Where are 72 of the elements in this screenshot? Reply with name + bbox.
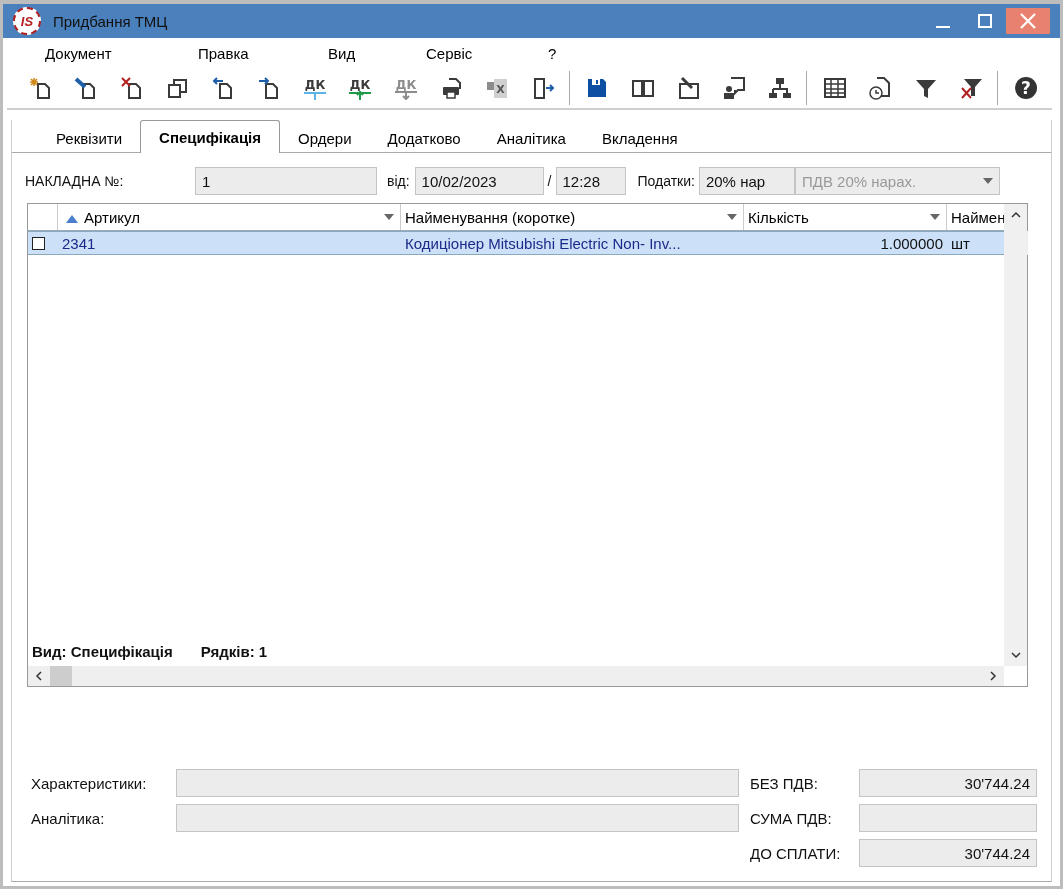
tax-code-field[interactable]: 20% нар bbox=[698, 167, 795, 195]
total-label: ДО СПЛАТИ: bbox=[749, 844, 842, 862]
column-header[interactable]: Найменування (коротке) bbox=[405, 208, 743, 226]
table-summary: Рядків: 1 bbox=[200, 643, 268, 660]
column-header[interactable]: Кількість bbox=[748, 208, 946, 226]
time-separator: / bbox=[547, 173, 552, 189]
table-summary: Вид: Специфікація bbox=[32, 643, 173, 660]
horizontal-scrollbar[interactable] bbox=[28, 666, 1004, 686]
dropdown-arrow-icon bbox=[982, 178, 993, 184]
detail-field[interactable] bbox=[176, 804, 739, 832]
invoice-label: НАКЛАДНА №: bbox=[25, 173, 125, 189]
scrollbar-thumb[interactable] bbox=[50, 666, 72, 686]
filter-clear-icon bbox=[959, 76, 984, 100]
tab[interactable]: Специфікація bbox=[140, 120, 281, 153]
close-button[interactable] bbox=[1006, 8, 1050, 34]
column-header[interactable]: Наймен bbox=[951, 208, 1004, 226]
tab[interactable]: Аналітика bbox=[478, 124, 584, 152]
tab[interactable]: Додатково bbox=[369, 124, 479, 152]
table-cell: 1.000000 bbox=[880, 234, 943, 252]
new-document-icon bbox=[28, 76, 53, 100]
table-cell: шт bbox=[951, 234, 970, 252]
help-icon: ? bbox=[1014, 76, 1039, 100]
app-logo: IS bbox=[13, 7, 41, 35]
menu-item[interactable]: Документ bbox=[42, 44, 115, 62]
table-row[interactable]: 2341 Кодиціонер Mitsubishi Electric Non- Inv... 1.000000 шт bbox=[28, 231, 1027, 255]
tab[interactable]: Реквізити bbox=[38, 124, 141, 152]
minimize-icon bbox=[936, 26, 950, 28]
row-checkbox[interactable] bbox=[32, 236, 45, 250]
date-field[interactable]: 10/02/2023 bbox=[414, 167, 544, 195]
menu-item[interactable]: Вид bbox=[325, 44, 359, 62]
total-label: СУМА ПДВ: bbox=[749, 809, 833, 827]
dropdown-arrow-icon bbox=[384, 214, 394, 220]
detail-label: Аналітика: bbox=[31, 809, 106, 827]
detail-field[interactable] bbox=[176, 769, 739, 797]
column-header[interactable]: Артикул bbox=[62, 208, 400, 226]
dropdown-arrow-icon bbox=[930, 214, 940, 220]
total-field[interactable] bbox=[859, 804, 1037, 832]
tab[interactable]: Ордери bbox=[280, 124, 370, 152]
date-label: від: bbox=[387, 173, 410, 189]
close-icon bbox=[1019, 12, 1037, 30]
book-pencil-icon bbox=[676, 76, 701, 100]
vertical-scrollbar[interactable] bbox=[1004, 204, 1027, 666]
table-grid-icon bbox=[822, 76, 847, 100]
total-field[interactable]: 30'744.24 bbox=[859, 839, 1037, 867]
hierarchy-icon bbox=[768, 76, 793, 100]
debit-credit-button[interactable]: ДК bbox=[294, 70, 335, 106]
scroll-down-icon[interactable] bbox=[1010, 650, 1021, 660]
menu-item[interactable]: ? bbox=[545, 44, 560, 62]
time-field[interactable]: 12:28 bbox=[555, 167, 626, 195]
scroll-right-icon[interactable] bbox=[988, 671, 998, 681]
table-cell: Кодиціонер Mitsubishi Electric Non- Inv... bbox=[405, 234, 681, 252]
scroll-left-icon[interactable] bbox=[34, 671, 44, 681]
menu-item[interactable]: Сервіс bbox=[423, 44, 476, 62]
total-field[interactable]: 30'744.24 bbox=[859, 769, 1037, 797]
tab[interactable]: Вкладення bbox=[583, 124, 696, 152]
clock-document-icon bbox=[868, 76, 893, 100]
invoice-number-field[interactable]: 1 bbox=[195, 167, 377, 195]
window-title: Придбання ТМЦ bbox=[53, 12, 169, 30]
debit-credit-up-button[interactable]: ДК bbox=[340, 70, 381, 106]
taxes-label: Податки: bbox=[637, 173, 695, 189]
maximize-icon bbox=[977, 13, 993, 29]
arrow-right-document-icon bbox=[257, 76, 281, 100]
dropdown-arrow-icon bbox=[727, 214, 737, 220]
detail-label: Характеристики: bbox=[31, 774, 148, 792]
help-button[interactable]: ? bbox=[1006, 70, 1047, 106]
total-label: БЕЗ ПДВ: bbox=[749, 774, 819, 792]
copy-icon bbox=[165, 76, 190, 100]
table-cell: 2341 bbox=[62, 234, 96, 252]
menu-item[interactable]: Правка bbox=[195, 44, 252, 62]
scroll-up-icon[interactable] bbox=[1010, 210, 1021, 220]
sort-ascending-icon bbox=[66, 214, 78, 223]
user-message-icon bbox=[722, 76, 747, 100]
